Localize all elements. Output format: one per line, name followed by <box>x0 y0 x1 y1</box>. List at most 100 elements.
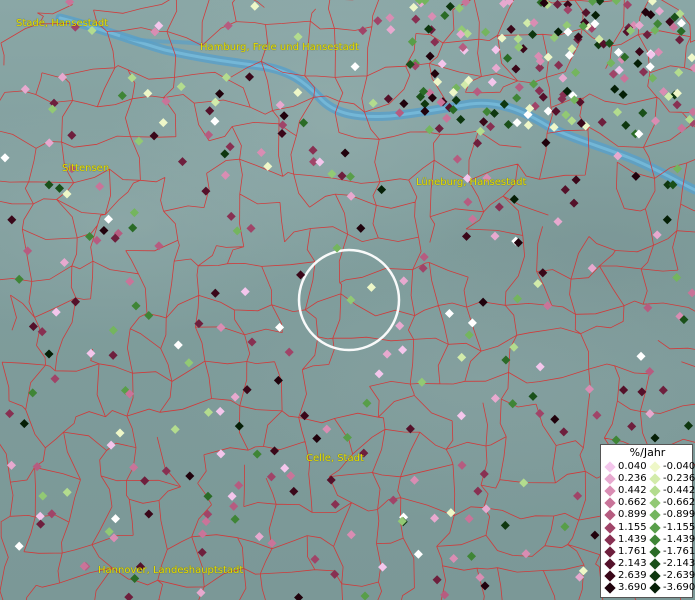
measurement-point[interactable] <box>633 58 643 69</box>
measurement-point[interactable] <box>490 393 500 403</box>
measurement-point[interactable] <box>346 530 356 540</box>
measurement-point[interactable] <box>638 108 648 118</box>
measurement-point[interactable] <box>472 138 483 148</box>
measurement-point[interactable] <box>494 202 504 212</box>
measurement-point[interactable] <box>203 509 213 519</box>
measurement-point[interactable] <box>399 99 409 109</box>
measurement-point[interactable] <box>315 157 325 167</box>
measurement-point[interactable] <box>294 592 304 600</box>
measurement-point[interactable] <box>330 499 340 509</box>
measurement-point[interactable] <box>672 272 682 283</box>
measurement-point[interactable] <box>619 385 629 395</box>
measurement-point[interactable] <box>645 62 655 72</box>
measurement-point[interactable] <box>196 588 206 598</box>
measurement-point[interactable] <box>382 349 392 359</box>
measurement-point[interactable] <box>587 263 597 273</box>
measurement-point[interactable] <box>645 366 655 377</box>
measurement-point[interactable] <box>326 475 336 485</box>
measurement-point[interactable] <box>210 288 220 298</box>
measurement-point[interactable] <box>654 6 665 16</box>
measurement-point[interactable] <box>543 52 553 62</box>
measurement-point[interactable] <box>225 142 235 152</box>
measurement-point[interactable] <box>677 123 687 133</box>
measurement-point[interactable] <box>676 18 686 28</box>
measurement-point[interactable] <box>266 472 276 482</box>
measurement-point[interactable] <box>478 297 488 307</box>
measurement-point[interactable] <box>440 10 450 21</box>
measurement-point[interactable] <box>65 0 75 7</box>
measurement-point[interactable] <box>643 303 653 313</box>
measurement-point[interactable] <box>480 581 490 591</box>
measurement-point[interactable] <box>638 67 649 77</box>
measurement-point[interactable] <box>201 516 211 527</box>
measurement-point[interactable] <box>322 424 332 434</box>
measurement-point[interactable] <box>419 252 429 262</box>
measurement-point[interactable] <box>300 411 310 421</box>
measurement-point[interactable] <box>487 77 497 87</box>
measurement-point[interactable] <box>383 94 393 104</box>
measurement-point[interactable] <box>508 399 518 409</box>
measurement-point[interactable] <box>444 308 454 319</box>
measurement-point[interactable] <box>563 27 573 37</box>
measurement-point[interactable] <box>128 223 138 233</box>
measurement-point[interactable] <box>529 18 539 28</box>
measurement-point[interactable] <box>595 0 605 6</box>
measurement-point[interactable] <box>427 11 437 22</box>
measurement-point[interactable] <box>550 414 560 424</box>
measurement-point[interactable] <box>437 59 447 69</box>
measurement-point[interactable] <box>62 189 72 199</box>
measurement-point[interactable] <box>454 3 464 13</box>
measurement-point[interactable] <box>675 35 685 45</box>
measurement-point[interactable] <box>230 514 240 524</box>
measurement-point[interactable] <box>442 113 452 123</box>
measurement-point[interactable] <box>413 549 423 559</box>
measurement-point[interactable] <box>345 172 355 182</box>
measurement-point[interactable] <box>672 100 682 110</box>
measurement-point[interactable] <box>553 217 563 227</box>
measurement-point[interactable] <box>144 509 154 519</box>
measurement-point[interactable] <box>104 527 114 537</box>
measurement-point[interactable] <box>650 433 660 443</box>
measurement-point[interactable] <box>28 321 38 332</box>
measurement-point[interactable] <box>377 185 387 195</box>
measurement-point[interactable] <box>358 26 368 36</box>
measurement-point[interactable] <box>466 551 477 561</box>
measurement-point[interactable] <box>528 391 538 401</box>
measurement-point[interactable] <box>592 410 602 420</box>
measurement-point[interactable] <box>687 53 695 63</box>
measurement-point[interactable] <box>386 25 396 35</box>
measurement-point[interactable] <box>350 62 360 72</box>
measurement-point[interactable] <box>627 421 637 431</box>
measurement-point[interactable] <box>430 37 440 47</box>
measurement-point[interactable] <box>103 214 114 224</box>
measurement-point[interactable] <box>490 231 500 241</box>
measurement-point[interactable] <box>571 175 581 185</box>
measurement-point[interactable] <box>662 215 672 225</box>
measurement-point[interactable] <box>535 408 545 419</box>
measurement-point[interactable] <box>366 282 376 292</box>
measurement-point[interactable] <box>479 117 489 127</box>
measurement-point[interactable] <box>647 0 657 6</box>
measurement-point[interactable] <box>129 462 139 472</box>
measurement-point[interactable] <box>560 185 570 195</box>
measurement-point[interactable] <box>127 73 137 83</box>
measurement-point[interactable] <box>456 411 466 421</box>
measurement-point[interactable] <box>554 60 564 70</box>
measurement-point[interactable] <box>481 504 491 514</box>
measurement-point[interactable] <box>457 352 467 362</box>
measurement-point[interactable] <box>205 106 215 116</box>
measurement-point[interactable] <box>399 276 409 286</box>
measurement-point[interactable] <box>342 432 352 443</box>
measurement-point[interactable] <box>36 519 46 529</box>
measurement-point[interactable] <box>461 231 472 241</box>
measurement-point[interactable] <box>519 478 529 488</box>
measurement-point[interactable] <box>409 475 420 485</box>
measurement-point[interactable] <box>340 148 350 158</box>
measurement-point[interactable] <box>552 0 563 9</box>
measurement-point[interactable] <box>173 340 183 350</box>
measurement-point[interactable] <box>610 84 620 94</box>
measurement-point[interactable] <box>293 87 303 98</box>
measurement-point[interactable] <box>503 119 513 130</box>
measurement-point[interactable] <box>509 342 519 352</box>
measurement-point[interactable] <box>242 385 252 395</box>
